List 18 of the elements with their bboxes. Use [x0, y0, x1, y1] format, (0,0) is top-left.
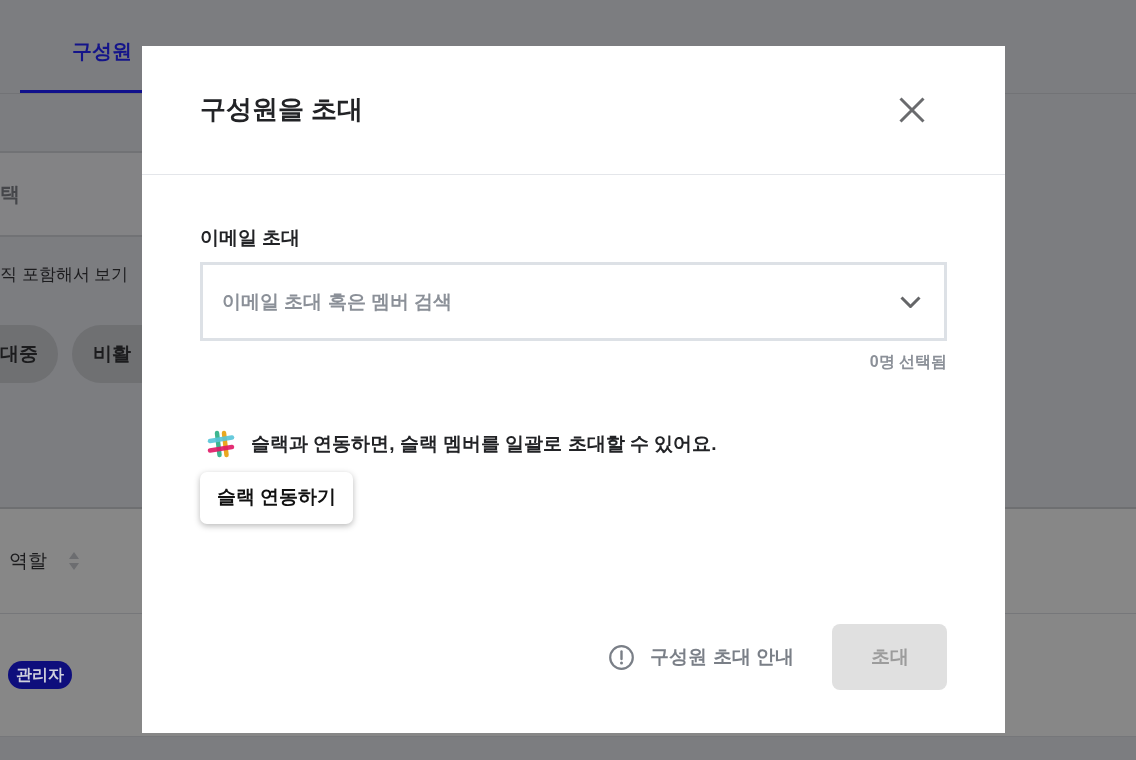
- dialog-title: 구성원을 초대: [200, 94, 364, 126]
- info-icon: [609, 644, 635, 670]
- chevron-down-icon[interactable]: [900, 296, 921, 308]
- filter-chip[interactable]: 비활: [72, 325, 142, 383]
- sort-icon: [69, 552, 79, 570]
- connect-button[interactable]: 슬랙 연동하기: [200, 471, 354, 524]
- hashtag-logo-icon: [207, 430, 235, 459]
- column-header[interactable]: 역할: [9, 546, 79, 576]
- field-label: 이메일 초대: [200, 226, 301, 250]
- selected-count: 0명 선택됨: [869, 352, 947, 372]
- email-search-field[interactable]: 이메일 초대 혹은 멤버 검색: [200, 262, 947, 341]
- integration-message: 슬랙과 연동하면, 슬랙 멤버를 일괄로 초대할 수 있어요.: [251, 432, 717, 456]
- close-icon: [899, 97, 925, 123]
- option-label: 직 포함해서 보기: [0, 264, 129, 286]
- filter-chip[interactable]: 대중: [0, 325, 58, 383]
- role-badge: 관리자: [8, 661, 72, 689]
- help-link[interactable]: 구성원 초대 안내: [609, 642, 794, 672]
- dropdown-field[interactable]: 택: [0, 151, 142, 237]
